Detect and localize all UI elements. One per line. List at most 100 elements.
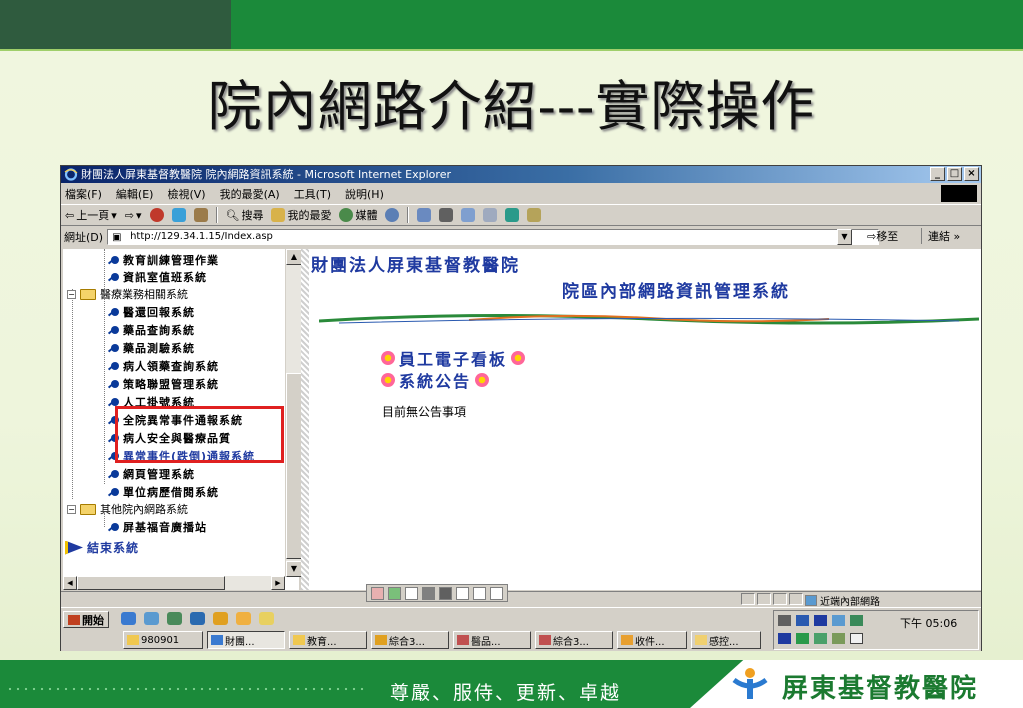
go-button[interactable]: ⇨移至 [867,228,898,244]
forward-button[interactable]: ⇨ ▾ [125,209,142,222]
outlook-quicklaunch-icon[interactable] [144,612,159,625]
status-panel [789,593,803,605]
task-button[interactable]: 教育... [289,631,367,649]
tray-app-icon[interactable] [850,615,863,626]
toolbar-icon[interactable] [371,586,384,600]
scroll-up-icon[interactable]: ▲ [286,249,302,265]
tree-item-alliance[interactable]: 策略聯盟管理系統 [111,376,219,392]
tree-item-web-admin[interactable]: 網頁管理系統 [111,466,195,482]
task-button[interactable]: 綜合3... [371,631,449,649]
research-icon[interactable] [527,208,542,222]
exit-icon [65,540,83,555]
discuss-icon[interactable] [483,208,498,222]
collapse-icon[interactable]: − [67,289,76,299]
media-label: 媒體 [355,209,378,222]
task-button[interactable]: 醫品... [453,631,531,649]
footer-dot-pattern [6,687,366,691]
check-icon[interactable] [796,633,809,644]
start-button[interactable]: 開始 [63,611,109,628]
task-button[interactable]: 財團... [207,631,285,649]
home-icon[interactable] [193,208,208,222]
tree-item-exit[interactable]: 結束系統 [65,539,139,556]
toolbar-icon[interactable] [473,586,486,600]
toolbar-icon[interactable] [405,586,418,600]
mail-icon[interactable] [417,208,432,222]
tree-item-duty[interactable]: 資訊室值班系統 [111,269,207,285]
tree-item-drug-query[interactable]: 藥品查詢系統 [111,322,195,338]
toolbar-icon[interactable] [456,586,469,600]
scroll-down-icon[interactable]: ▼ [286,561,302,577]
frame-splitter[interactable] [301,249,309,590]
tree-horizontal-scrollbar[interactable]: ◀ ▶ [63,576,285,590]
menu-tools[interactable]: 工具(T) [294,186,331,202]
go-arrow-icon: ⇨ [867,230,877,243]
dropdown-icon: ▾ [111,208,117,222]
app-quicklaunch-icon[interactable] [190,612,205,625]
collapse-icon[interactable]: − [67,504,76,514]
monitor-icon[interactable] [814,615,827,626]
toolbar-icon[interactable] [388,586,401,600]
clock-quicklaunch-icon[interactable] [236,612,251,625]
tree-item-label: 病人領藥查詢系統 [123,360,219,373]
minimize-button[interactable]: _ [930,167,945,181]
task-button[interactable]: 980901 [123,631,203,649]
desktop-quicklaunch-icon[interactable] [167,612,182,625]
toolbar-icon[interactable] [422,586,435,600]
messenger-icon[interactable] [505,208,520,222]
task-button[interactable]: 綜合3... [535,631,613,649]
scroll-thumb[interactable] [286,373,302,559]
shield-icon[interactable] [778,633,791,644]
links-button[interactable]: 連結 » [921,228,960,244]
tree-item-report[interactable]: 醫還回報系統 [111,304,195,320]
tray-app-icon[interactable] [832,633,845,644]
windows-logo-icon [941,185,977,202]
employee-board-link[interactable]: 員工電子看板 [381,346,526,370]
tree-item-drug-test[interactable]: 藥品測驗系統 [111,340,195,356]
menu-file[interactable]: 檔案(F) [65,186,102,202]
tree-item-education[interactable]: 教育訓練管理作業 [111,252,219,268]
print-icon[interactable] [439,208,454,222]
help-icon[interactable] [490,586,503,600]
tray-app-icon[interactable] [832,615,845,626]
clock[interactable]: 下午 05:06 [900,615,957,631]
tree-folder-other[interactable]: − 其他院內網路系統 [67,501,188,517]
misc-quicklaunch-icon[interactable] [259,612,274,625]
media-quicklaunch-icon[interactable] [213,612,228,625]
menu-help[interactable]: 說明(H) [345,186,384,202]
scroll-right-icon[interactable]: ▶ [271,576,285,590]
refresh-icon[interactable] [171,208,186,222]
menu-view[interactable]: 檢視(V) [167,186,205,202]
toolbar-icon[interactable] [439,586,452,600]
tree-item-records[interactable]: 單位病歷借閱系統 [111,484,219,500]
stop-icon[interactable] [149,208,164,222]
tree-item-patient-drug[interactable]: 病人領藥查詢系統 [111,358,219,374]
menu-favorites[interactable]: 我的最愛(A) [220,186,280,202]
maximize-button[interactable]: □ [947,167,962,181]
history-icon[interactable] [385,208,400,222]
task-button[interactable]: 感控... [691,631,761,649]
volume-icon[interactable] [778,615,791,626]
task-button[interactable]: 收件... [617,631,687,649]
tree-vertical-scrollbar[interactable]: ▲ ▼ [285,249,302,577]
close-button[interactable]: × [964,167,979,181]
search-button[interactable]: 🔍︎ 搜尋 [226,207,264,223]
media-button[interactable]: 媒體 [339,207,377,223]
tree-item-radio[interactable]: 屏基福音廣播站 [111,519,207,535]
edit-icon[interactable] [461,208,476,222]
tray-app-icon[interactable] [814,633,827,644]
tree-folder-medical[interactable]: − 醫療業務相關系統 [67,286,188,302]
menu-edit[interactable]: 編輯(E) [116,186,154,202]
tree-item-label: 網頁管理系統 [123,468,195,481]
envelope-icon[interactable] [850,633,863,644]
address-dropdown-icon[interactable]: ▼ [837,229,852,245]
status-panel [757,593,771,605]
network-icon[interactable] [796,615,809,626]
scroll-thumb[interactable] [77,576,225,590]
favorites-button[interactable]: 我的最愛 [271,207,331,223]
system-notice-link[interactable]: 系統公告 [381,368,490,392]
document-icon [457,635,469,645]
scroll-left-icon[interactable]: ◀ [63,576,77,590]
back-button[interactable]: ⇦ 上一頁 ▾ [65,207,117,223]
ie-quicklaunch-icon[interactable] [121,612,136,625]
address-input[interactable]: ▣ http://129.34.1.15/Index.asp [107,229,880,245]
